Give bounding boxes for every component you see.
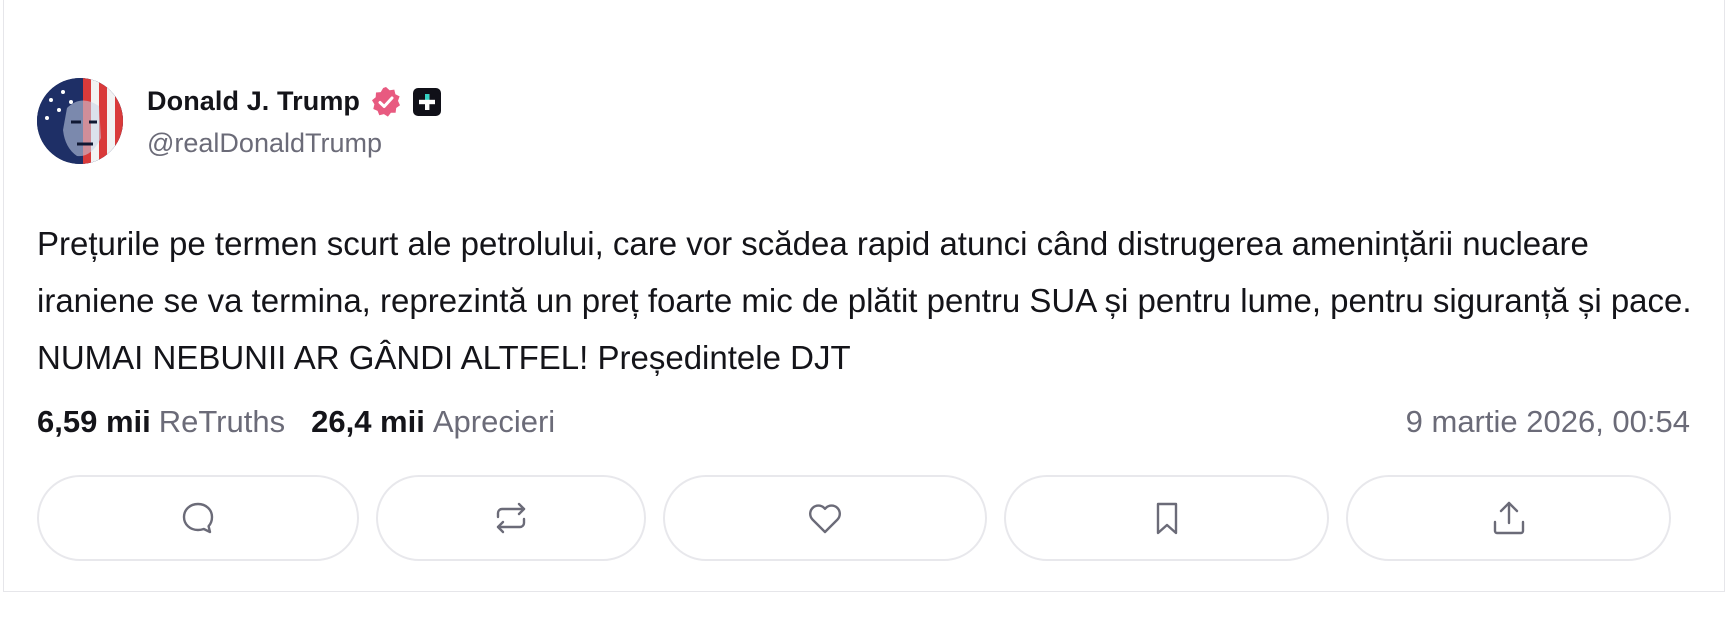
like-button[interactable] bbox=[663, 475, 987, 561]
author-names: Donald J. Trump @realDonaldTrump bbox=[147, 84, 442, 159]
post-card: Donald J. Trump @realDonaldTrump Prețuri… bbox=[3, 0, 1725, 592]
comment-icon bbox=[182, 502, 214, 534]
post-actions bbox=[37, 475, 1697, 561]
repost-icon bbox=[496, 502, 526, 534]
reply-button[interactable] bbox=[37, 475, 359, 561]
share-button[interactable] bbox=[1346, 475, 1671, 561]
post-header: Donald J. Trump @realDonaldTrump bbox=[37, 78, 442, 164]
post-text: Prețurile pe termen scurt ale petrolului… bbox=[37, 225, 1692, 376]
heart-icon bbox=[809, 504, 841, 534]
author-handle[interactable]: @realDonaldTrump bbox=[147, 128, 442, 159]
retruths-count: 6,59 mii bbox=[37, 404, 151, 439]
retruth-button[interactable] bbox=[376, 475, 646, 561]
retruths-label: ReTruths bbox=[158, 404, 286, 439]
avatar[interactable] bbox=[37, 78, 123, 164]
share-icon bbox=[1493, 501, 1524, 535]
likes-count: 26,4 mii bbox=[311, 404, 425, 439]
post-stats: 6,59 mii ReTruths 26,4 mii Aprecieri 9 mar… bbox=[37, 400, 1690, 444]
truth-plus-icon bbox=[412, 87, 442, 117]
retruths-stat[interactable]: 6,59 mii ReTruths bbox=[37, 404, 285, 440]
post-timestamp[interactable]: 9 martie 2026, 00:54 bbox=[1406, 404, 1690, 440]
avatar-portrait-image bbox=[37, 78, 123, 164]
verified-badge-icon bbox=[370, 86, 402, 118]
likes-stat[interactable]: 26,4 mii Aprecieri bbox=[311, 404, 555, 440]
bookmark-button[interactable] bbox=[1004, 475, 1329, 561]
author-name-row: Donald J. Trump bbox=[147, 84, 442, 120]
likes-label: Aprecieri bbox=[432, 404, 556, 439]
author-display-name[interactable]: Donald J. Trump bbox=[147, 86, 360, 117]
bookmark-icon bbox=[1156, 502, 1177, 535]
